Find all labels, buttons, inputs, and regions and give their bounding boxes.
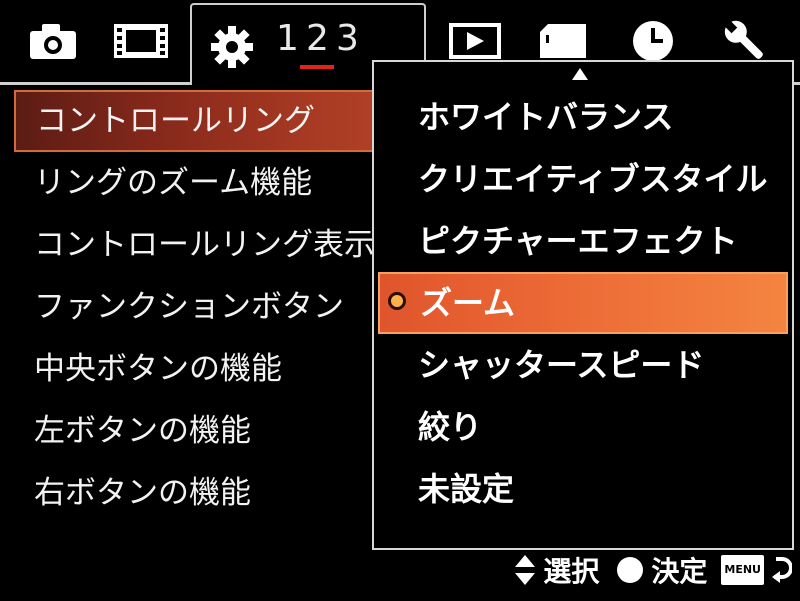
menu-item-control-ring-display[interactable]: コントロールリング表示 — [14, 214, 414, 276]
menu-item-control-ring[interactable]: コントロールリング — [14, 90, 414, 152]
page-3[interactable]: 3 — [336, 19, 359, 59]
clock-icon — [633, 21, 673, 61]
menu-item-right-button-function[interactable]: 右ボタンの機能 — [14, 462, 414, 524]
scroll-up-arrow-icon[interactable] — [572, 68, 588, 80]
button-hint-bar: 選択 決定 MENU — [513, 544, 792, 596]
memory-card-icon — [540, 24, 586, 58]
camera-icon — [30, 24, 76, 59]
gear-icon — [211, 26, 253, 68]
option-zoom-label: ズーム — [420, 284, 516, 322]
select-hint-label: 選択 — [543, 555, 600, 588]
center-button-icon — [617, 557, 644, 583]
page-1[interactable]: 1 — [276, 19, 299, 59]
option-aperture[interactable]: 絞り — [374, 396, 792, 458]
page-indicator: 1 2 3 — [276, 19, 359, 69]
up-down-arrows-icon — [515, 555, 536, 585]
menu-item-function-button[interactable]: ファンクションボタン — [14, 276, 414, 338]
option-creative-style[interactable]: クリエイティブスタイル — [374, 148, 792, 210]
option-not-set[interactable]: 未設定 — [374, 458, 792, 520]
settings-menu-list: コントロールリング リングのズーム機能 コントロールリング表示 ファンクションボ… — [14, 90, 414, 524]
page-2-current[interactable]: 2 — [300, 19, 334, 69]
menu-item-ring-zoom-function[interactable]: リングのズーム機能 — [14, 152, 414, 214]
option-white-balance[interactable]: ホワイトバランス — [374, 86, 792, 148]
menu-item-center-button-function[interactable]: 中央ボタンの機能 — [14, 338, 414, 400]
option-picture-effect[interactable]: ピクチャーエフェクト — [374, 210, 792, 272]
menu-key-icon: MENU — [721, 555, 764, 585]
playback-icon — [449, 23, 501, 59]
option-list: ホワイトバランス クリエイティブスタイル ピクチャーエフェクト ズーム シャッタ… — [374, 86, 792, 520]
radio-selected-icon — [388, 292, 406, 310]
film-icon — [114, 24, 168, 58]
option-dropdown: ホワイトバランス クリエイティブスタイル ピクチャーエフェクト ズーム シャッタ… — [372, 60, 794, 550]
tab-camera[interactable] — [22, 0, 84, 82]
menu-item-left-button-function[interactable]: 左ボタンの機能 — [14, 400, 414, 462]
option-shutter-speed[interactable]: シャッタースピード — [374, 334, 792, 396]
confirm-hint-label: 決定 — [651, 555, 708, 588]
wrench-icon — [724, 20, 763, 59]
return-arrow-icon — [772, 557, 792, 583]
tab-movie[interactable] — [106, 0, 176, 82]
option-zoom[interactable]: ズーム — [378, 272, 788, 334]
